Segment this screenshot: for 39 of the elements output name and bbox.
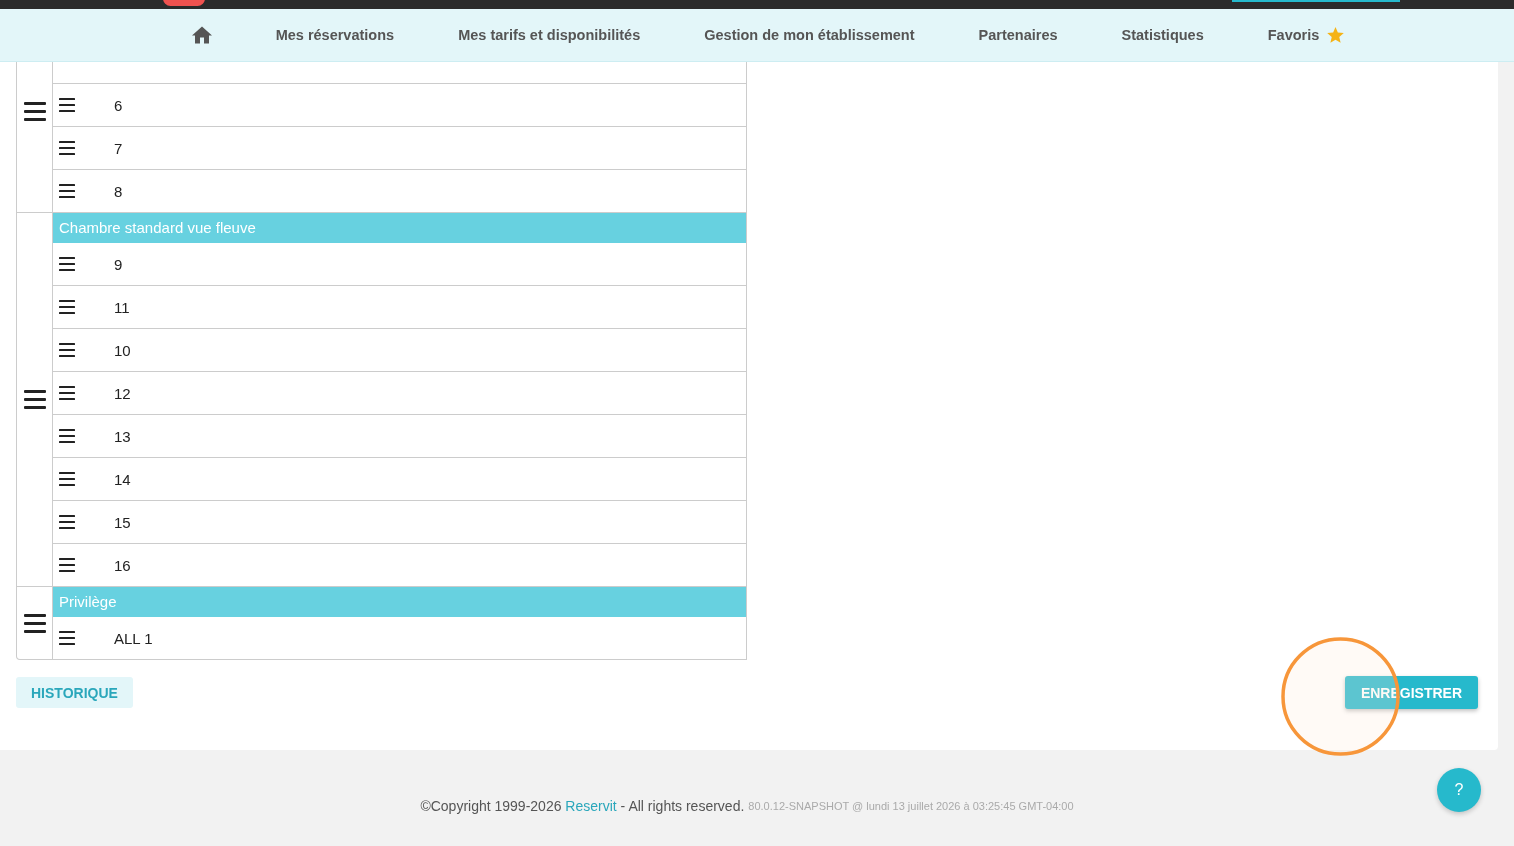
drag-handle-icon[interactable] — [59, 631, 75, 645]
drag-handle-icon[interactable] — [23, 613, 46, 633]
drag-handle-icon[interactable] — [59, 515, 75, 529]
drag-handle-icon[interactable] — [59, 429, 75, 443]
copyright-text: ©Copyright 1999-2026 Reservit - All rights reserved. — [420, 798, 745, 814]
room-name: 10 — [114, 341, 131, 359]
drag-handle-icon[interactable] — [23, 390, 46, 409]
star-icon — [1327, 27, 1345, 43]
room-name: 8 — [114, 182, 123, 200]
room-type-header: Privilège — [53, 587, 746, 617]
nav-link[interactable]: Statistiques — [1121, 27, 1204, 43]
drag-handle-icon[interactable] — [23, 101, 46, 121]
home-icon[interactable] — [191, 26, 212, 44]
room-name: 11 — [114, 298, 130, 316]
favorites-link[interactable]: Favoris — [1267, 27, 1345, 43]
nav-link[interactable]: Mes tarifs et disponibilités — [458, 27, 641, 43]
drag-handle-icon[interactable] — [59, 257, 75, 271]
drag-handle-icon[interactable] — [59, 386, 75, 400]
room-type-header: Chambre standard vue fleuve — [53, 213, 746, 243]
room-name: 6 — [114, 96, 123, 114]
drag-handle-icon[interactable] — [59, 184, 75, 198]
room-name: 7 — [114, 139, 123, 157]
room-name: 12 — [114, 384, 131, 402]
drag-handle-icon[interactable] — [59, 98, 75, 112]
drag-handle-icon[interactable] — [59, 558, 75, 572]
room-name: 9 — [114, 255, 123, 273]
room-name: 15 — [114, 513, 131, 531]
nav-link[interactable]: Mes réservations — [275, 27, 395, 43]
drag-handle-icon[interactable] — [59, 343, 75, 357]
room-name: 16 — [114, 556, 131, 574]
nav-link[interactable]: Gestion de mon établissement — [704, 27, 915, 43]
drag-handle-icon[interactable] — [59, 472, 75, 486]
room-name: 14 — [114, 470, 131, 488]
room-name: 13 — [114, 427, 131, 445]
version-text: 80.0.12-SNAPSHOT @ lundi 13 juillet 2026 à 03:25:45 GMT-04:00 — [748, 800, 1074, 812]
nav-link[interactable]: Partenaires — [978, 27, 1058, 43]
room-name: ALL 1 — [114, 629, 153, 647]
drag-handle-icon[interactable] — [59, 141, 75, 155]
drag-handle-icon[interactable] — [59, 300, 75, 314]
